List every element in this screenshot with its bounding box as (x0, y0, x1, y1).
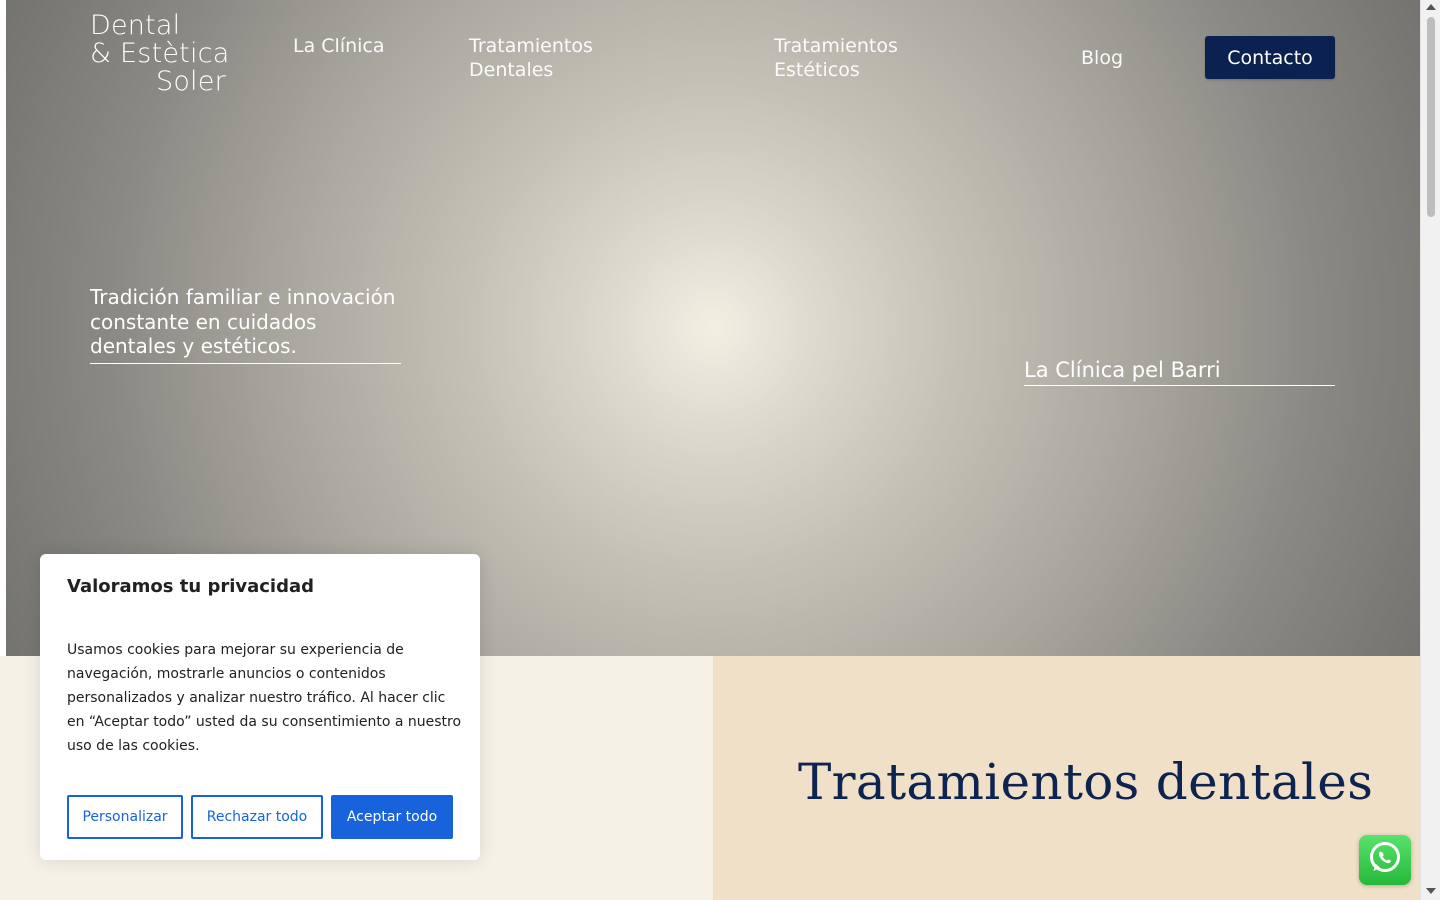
nav-item-blog[interactable]: Blog (1081, 46, 1123, 70)
cookie-description: Usamos cookies para mejorar su experienc… (67, 642, 462, 754)
nav-item-tratamientos-esteticos[interactable]: Tratamientos Estéticos (774, 34, 954, 82)
page: Dental & Estètica Soler La Clínica Trata… (0, 0, 1440, 900)
scroll-down-icon[interactable] (1426, 888, 1436, 894)
nav-item-tratamientos-dentales[interactable]: Tratamientos Dentales (469, 34, 649, 82)
hero-tagline: Tradición familiar e innovación constant… (90, 285, 401, 364)
scrollbar-thumb[interactable] (1427, 17, 1435, 217)
whatsapp-icon (1366, 839, 1404, 881)
whatsapp-button[interactable] (1359, 835, 1411, 885)
site-logo[interactable]: Dental & Estètica Soler (90, 12, 240, 96)
section-title-dental: Tratamientos dentales (798, 753, 1374, 811)
nav-item-la-clinica[interactable]: La Clínica (293, 34, 413, 58)
reject-all-button[interactable]: Rechazar todo (191, 795, 323, 839)
scroll-up-icon[interactable] (1426, 4, 1436, 10)
logo-line-3: Soler (156, 66, 226, 97)
cookie-consent-banner: Valoramos tu privacidad Usamos cookies p… (40, 554, 480, 860)
vertical-scrollbar[interactable] (1420, 0, 1440, 900)
dental-treatments-panel: Tratamientos dentales (713, 656, 1420, 900)
accept-all-button[interactable]: Aceptar todo (331, 795, 453, 839)
customize-cookies-button[interactable]: Personalizar (67, 795, 183, 839)
logo-line-2: & Estètica (90, 38, 230, 69)
clinica-pel-barri-link[interactable]: La Clínica pel Barri (1024, 358, 1335, 386)
logo-line-1: Dental (90, 10, 181, 41)
contact-button[interactable]: Contacto (1205, 36, 1335, 79)
cookie-title: Valoramos tu privacidad (67, 576, 315, 597)
